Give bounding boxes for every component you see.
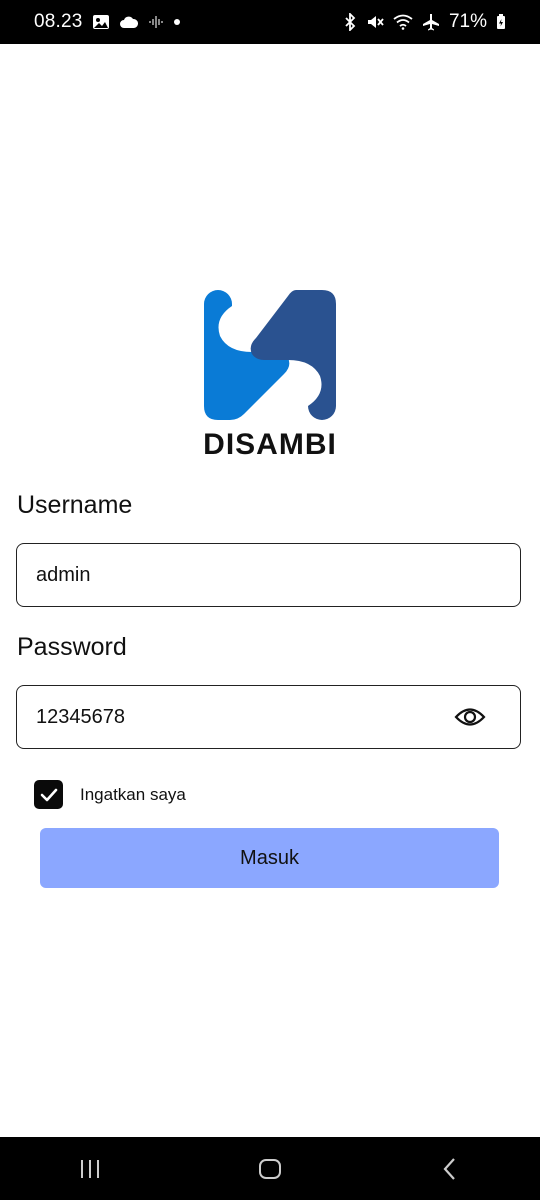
wifi-icon bbox=[393, 14, 413, 30]
username-field[interactable]: admin bbox=[16, 543, 521, 607]
remember-label: Ingatkan saya bbox=[80, 784, 186, 804]
dot-icon bbox=[173, 18, 181, 26]
username-label: Username bbox=[17, 491, 133, 519]
airplane-icon bbox=[422, 13, 440, 31]
cloud-icon bbox=[119, 15, 139, 29]
home-button[interactable] bbox=[230, 1137, 310, 1200]
status-bar-left: 08.23 bbox=[34, 11, 181, 33]
status-bar: 08.23 71% bbox=[0, 0, 540, 44]
username-value[interactable]: admin bbox=[17, 564, 520, 587]
logo: DISAMBI bbox=[0, 290, 540, 462]
back-button[interactable] bbox=[410, 1137, 490, 1200]
recent-apps-icon bbox=[81, 1159, 99, 1178]
status-bar-right: 71% bbox=[343, 11, 506, 33]
show-password-eye-icon[interactable] bbox=[442, 687, 498, 747]
disambi-logo-icon bbox=[204, 290, 336, 420]
logo-text: DISAMBI bbox=[203, 428, 337, 461]
back-icon bbox=[443, 1157, 455, 1180]
voice-signal-icon bbox=[148, 14, 164, 30]
login-button[interactable]: Masuk bbox=[40, 828, 499, 888]
remember-me[interactable]: Ingatkan saya bbox=[34, 780, 186, 809]
battery-icon bbox=[496, 14, 506, 30]
checkmark-icon bbox=[40, 788, 57, 801]
remember-checkbox[interactable] bbox=[34, 780, 63, 809]
password-field[interactable]: 12345678 bbox=[16, 685, 521, 749]
recent-apps-button[interactable] bbox=[50, 1137, 130, 1200]
system-nav-bar bbox=[0, 1137, 540, 1200]
mute-icon bbox=[366, 13, 384, 31]
password-value[interactable]: 12345678 bbox=[17, 706, 442, 729]
gallery-icon bbox=[92, 14, 110, 30]
status-time: 08.23 bbox=[34, 11, 83, 32]
battery-percent: 71% bbox=[448, 11, 487, 32]
password-label: Password bbox=[17, 633, 127, 661]
bluetooth-icon bbox=[343, 13, 357, 31]
home-icon bbox=[259, 1158, 281, 1179]
